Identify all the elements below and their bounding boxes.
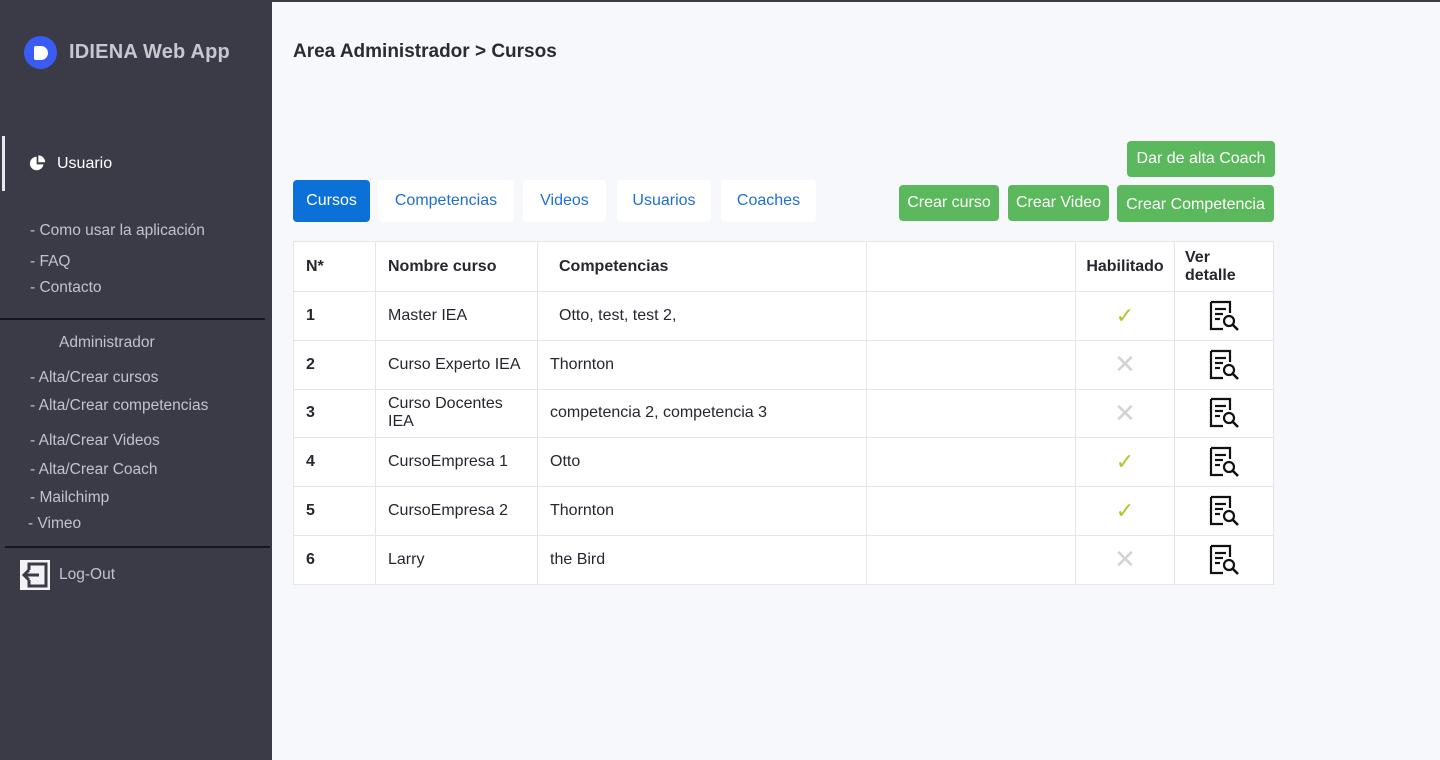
sidebar-item-label: Usuario (57, 154, 113, 172)
cell-n: 6 (293, 534, 376, 585)
tab-cursos[interactable]: Cursos (293, 180, 370, 222)
document-search-icon[interactable] (1208, 495, 1240, 527)
cell-habilitado: ✕ (1075, 339, 1175, 390)
cell-n: 2 (293, 339, 376, 390)
table-header-row: N* Nombre curso Competencias Habilitado … (293, 241, 1274, 292)
sidebar-divider (0, 318, 265, 320)
cell-empty (866, 534, 1076, 585)
cell-habilitado: ✕ (1075, 534, 1175, 585)
create-course-button[interactable]: Crear curso (899, 185, 999, 221)
sidebar-divider (5, 546, 270, 548)
sidebar-item-usuario[interactable]: Usuario (2, 136, 270, 191)
cross-icon: ✕ (1114, 397, 1136, 428)
brand-logo-icon (24, 36, 57, 69)
cell-ver-detalle (1174, 486, 1274, 536)
cell-ver-detalle (1174, 534, 1274, 585)
cell-nombre: Curso Experto IEA (375, 339, 538, 390)
brand-name: IDIENA Web App (69, 41, 230, 63)
brand[interactable]: IDIENA Web App (24, 36, 230, 69)
sidebar-link-cursos[interactable]: - Alta/Crear cursos (30, 369, 158, 387)
cell-nombre: CursoEmpresa 2 (375, 486, 538, 536)
cell-n: 3 (293, 388, 376, 439)
table-row: 1 Master IEA Otto, test, test 2, ✓ (293, 291, 1274, 341)
header-habilitado: Habilitado (1075, 241, 1175, 292)
cell-competencias: competencia 2, competencia 3 (537, 388, 867, 439)
table-row: 2 Curso Experto IEA Thornton ✕ (293, 339, 1274, 390)
cell-nombre: CursoEmpresa 1 (375, 437, 538, 488)
sidebar-link-vimeo[interactable]: - Vimeo (28, 515, 81, 533)
sidebar-link-contacto[interactable]: - Contacto (30, 279, 102, 297)
table-row: 5 CursoEmpresa 2 Thornton ✓ (293, 486, 1274, 536)
cell-competencias: Thornton (537, 339, 867, 390)
document-search-icon[interactable] (1208, 544, 1240, 576)
cell-competencias: Thornton (537, 486, 867, 536)
cell-nombre: Larry (375, 534, 538, 585)
cell-empty (866, 388, 1076, 439)
cell-habilitado: ✓ (1075, 437, 1175, 488)
cell-ver-detalle (1174, 437, 1274, 488)
sidebar-section-title: Administrador (59, 334, 155, 351)
cell-nombre: Master IEA (375, 291, 538, 341)
document-search-icon[interactable] (1208, 349, 1240, 381)
check-icon: ✓ (1115, 498, 1135, 524)
check-icon: ✓ (1115, 302, 1135, 328)
tab-usuarios[interactable]: Usuarios (617, 180, 711, 222)
cell-nombre: Curso Docentes IEA (375, 388, 538, 439)
check-icon: ✓ (1115, 449, 1135, 475)
header-nombre: Nombre curso (375, 241, 538, 292)
cell-empty (866, 339, 1076, 390)
document-search-icon[interactable] (1208, 300, 1240, 332)
sidebar-link-faq[interactable]: - FAQ (30, 253, 70, 271)
page-title: Area Administrador > Cursos (293, 41, 557, 62)
logout-icon (20, 560, 50, 590)
header-n: N* (293, 241, 376, 292)
create-video-button[interactable]: Crear Video (1008, 185, 1109, 221)
header-competencias: Competencias (537, 241, 867, 292)
sidebar-link-mailchimp[interactable]: - Mailchimp (30, 489, 109, 507)
cell-ver-detalle (1174, 388, 1274, 439)
table-row: 6 Larry the Bird ✕ (293, 534, 1274, 585)
courses-table: N* Nombre curso Competencias Habilitado … (293, 241, 1274, 585)
cell-habilitado: ✓ (1075, 291, 1175, 341)
logout-button[interactable]: Log-Out (20, 560, 115, 590)
cell-n: 4 (293, 437, 376, 488)
document-search-icon[interactable] (1208, 446, 1240, 478)
cell-n: 5 (293, 486, 376, 536)
cell-competencias: the Bird (537, 534, 867, 585)
cross-icon: ✕ (1114, 544, 1136, 575)
create-competence-button[interactable]: Crear Competencia (1117, 185, 1274, 222)
tab-videos[interactable]: Videos (523, 180, 606, 222)
logout-label: Log-Out (59, 566, 116, 583)
tab-competencias[interactable]: Competencias (378, 180, 514, 222)
cell-empty (866, 437, 1076, 488)
cell-habilitado: ✕ (1075, 388, 1175, 439)
header-ver-detalle: Ver detalle (1174, 241, 1274, 292)
cross-icon: ✕ (1114, 349, 1136, 380)
cell-competencias: Otto, test, test 2, (537, 291, 867, 341)
add-coach-button[interactable]: Dar de alta Coach (1127, 141, 1275, 177)
cell-n: 1 (293, 291, 376, 341)
cell-ver-detalle (1174, 291, 1274, 341)
table-row: 4 CursoEmpresa 1 Otto ✓ (293, 437, 1274, 488)
pie-chart-icon (29, 155, 46, 171)
cell-competencias: Otto (537, 437, 867, 488)
sidebar-link-competencias[interactable]: - Alta/Crear competencias (30, 397, 208, 415)
cell-habilitado: ✓ (1075, 486, 1175, 536)
cell-empty (866, 291, 1076, 341)
sidebar: IDIENA Web App Usuario - Como usar la ap… (0, 0, 272, 760)
sidebar-link-como-usar[interactable]: - Como usar la aplicación (30, 222, 205, 240)
header-empty (866, 241, 1076, 292)
tab-coaches[interactable]: Coaches (721, 180, 816, 222)
cell-ver-detalle (1174, 339, 1274, 390)
sidebar-link-coach[interactable]: - Alta/Crear Coach (30, 461, 158, 479)
sidebar-link-videos[interactable]: - Alta/Crear Videos (30, 432, 160, 450)
cell-empty (866, 486, 1076, 536)
document-search-icon[interactable] (1208, 397, 1240, 429)
table-row: 3 Curso Docentes IEA competencia 2, compet… (293, 388, 1274, 439)
